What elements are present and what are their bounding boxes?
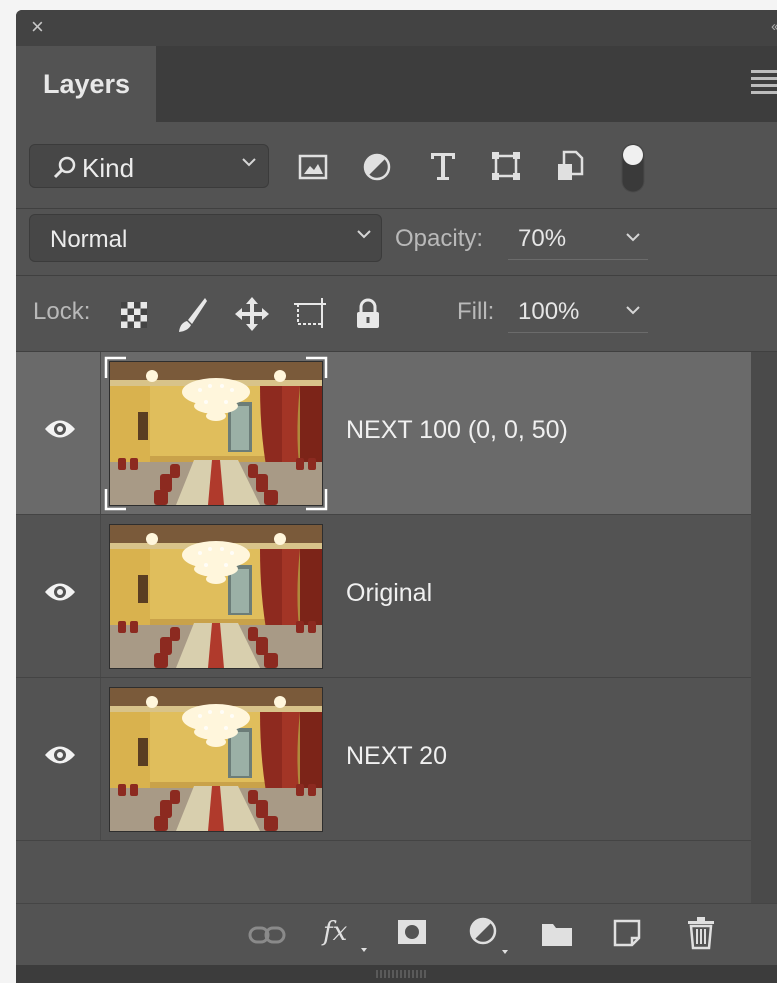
layer-name: NEXT 20 <box>346 742 447 770</box>
add-mask-icon[interactable] <box>396 918 428 946</box>
panel-tab-bar: Layers <box>16 46 777 122</box>
lock-label: Lock: <box>33 298 91 325</box>
selection-corner-br <box>306 489 328 511</box>
lock-position-icon[interactable] <box>234 296 270 332</box>
opacity-dropdown[interactable]: 70% <box>508 219 648 260</box>
eye-icon[interactable] <box>44 744 76 766</box>
lock-image-pixels-icon[interactable] <box>176 296 208 334</box>
opacity-value: 70% <box>518 225 567 252</box>
close-icon[interactable]: × <box>31 16 44 38</box>
visibility-cell <box>16 678 101 840</box>
layer-thumbnail-image <box>110 362 322 505</box>
layer-thumbnail-image <box>110 525 322 668</box>
layer-filter-row: Kind <box>16 122 777 209</box>
collapse-icon[interactable]: ‹‹ <box>771 18 777 35</box>
visibility-cell <box>16 352 101 514</box>
layer-thumbnail-image <box>110 688 322 831</box>
selection-corner-tr <box>306 356 328 378</box>
fill-value: 100% <box>518 298 580 325</box>
new-layer-icon[interactable] <box>612 918 642 948</box>
chevron-down-icon <box>626 306 640 315</box>
fx-icon[interactable]: fx <box>321 914 367 956</box>
eye-icon[interactable] <box>44 581 76 603</box>
blend-row: Normal Opacity: 70% <box>16 209 777 276</box>
filter-kind-select[interactable]: Kind <box>29 144 269 188</box>
smart-object-filter-icon[interactable] <box>556 150 584 182</box>
layer-name: Original <box>346 579 433 607</box>
chevron-down-icon <box>242 158 256 167</box>
panel-menu-icon[interactable] <box>751 70 777 94</box>
lock-artboard-icon[interactable] <box>292 296 328 330</box>
blend-mode-select[interactable]: Normal <box>29 214 382 262</box>
chevron-down-icon <box>626 233 640 242</box>
layer-name: NEXT 100 (0, 0, 50) <box>346 416 568 444</box>
fill-dropdown[interactable]: 100% <box>508 292 648 333</box>
image-filter-icon[interactable] <box>298 154 328 180</box>
new-adjustment-layer-icon[interactable] <box>468 916 512 958</box>
panel-title-bar: × ‹‹ <box>16 10 777 46</box>
tab-layers[interactable]: Layers <box>16 46 156 122</box>
filter-kind-label: Kind <box>82 153 135 183</box>
lock-row: Lock: Fill: 100% <box>16 276 777 352</box>
layer-row[interactable]: NEXT 20 <box>16 678 751 841</box>
link-layers-icon[interactable] <box>248 924 286 946</box>
svg-text:fx: fx <box>321 917 348 947</box>
layers-panel: × ‹‹ Layers Kind Normal Opacity: 70% Loc… <box>16 10 777 983</box>
blend-mode-value: Normal <box>50 226 128 253</box>
chevron-down-icon <box>357 230 371 239</box>
visibility-cell <box>16 515 101 677</box>
selection-corner-bl <box>104 489 126 511</box>
filter-toggle-icon[interactable] <box>620 142 646 194</box>
new-group-icon[interactable] <box>540 920 574 948</box>
fill-label: Fill: <box>457 298 495 325</box>
opacity-label: Opacity: <box>395 225 484 252</box>
layer-thumbnail[interactable] <box>109 524 323 669</box>
selection-corner-tl <box>104 356 126 378</box>
layer-thumbnail[interactable] <box>109 687 323 832</box>
scrollbar[interactable] <box>751 352 777 905</box>
panel-footer <box>16 965 777 983</box>
type-filter-icon[interactable] <box>428 150 458 182</box>
search-icon <box>53 156 76 179</box>
lock-transparent-pixels-icon[interactable] <box>120 301 148 329</box>
lock-all-icon[interactable] <box>355 298 381 330</box>
layer-row[interactable]: Original <box>16 515 751 678</box>
layers-bottom-bar: fx <box>16 903 777 966</box>
shape-filter-icon[interactable] <box>490 150 522 182</box>
resize-grip[interactable] <box>376 970 426 978</box>
eye-icon[interactable] <box>44 418 76 440</box>
layer-thumbnail[interactable] <box>109 361 323 506</box>
delete-layer-icon[interactable] <box>686 916 716 950</box>
adjustment-filter-icon[interactable] <box>362 152 392 182</box>
layer-row[interactable]: NEXT 100 (0, 0, 50) <box>16 352 751 515</box>
